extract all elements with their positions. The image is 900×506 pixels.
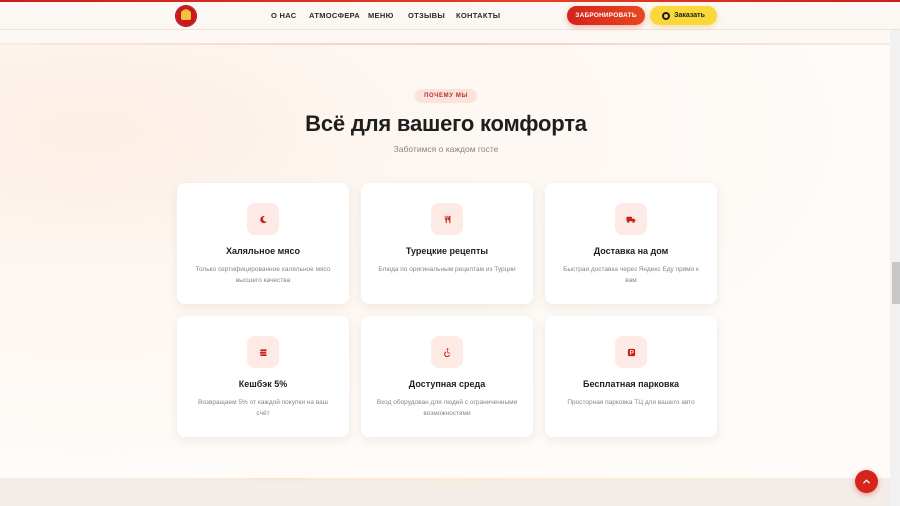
feature-card-cashback: Кешбэк 5% Возвращаем 5% от каждой покупк…	[177, 316, 349, 437]
nav-atmosphere[interactable]: АТМОСФЕРА	[309, 11, 360, 20]
feature-text: Только сертифицированное халяльное мясо …	[195, 266, 331, 284]
order-button-label: Заказать	[674, 12, 705, 19]
feature-text: Возвращаем 5% от каждой покупки на ваш с…	[198, 399, 328, 417]
book-button[interactable]: ЗАБРОНИРОВАТЬ	[567, 6, 645, 25]
feature-card-parking: Бесплатная парковка Просторная парковка …	[545, 316, 717, 437]
book-button-label: ЗАБРОНИРОВАТЬ	[575, 12, 637, 19]
section-title: Всё для вашего комфорта	[305, 111, 587, 136]
order-button[interactable]: Заказать	[650, 6, 717, 25]
scroll-to-top-button[interactable]	[855, 470, 878, 493]
site-header: О НАС АТМОСФЕРА МЕНЮ ОТЗЫВЫ КОНТАКТЫ ЗАБ…	[0, 2, 900, 30]
feature-card-recipes: Турецкие рецепты Блюда по оригинальным р…	[361, 183, 533, 304]
feature-title: Доставка на дом	[593, 246, 669, 256]
feature-text: Просторная парковка ТЦ для вашего авто	[567, 399, 695, 406]
feature-card-accessibility: Доступная среда Вход оборудован для люде…	[361, 316, 533, 437]
delivery-truck-icon	[615, 203, 647, 235]
scrollbar-thumb[interactable]	[892, 262, 900, 304]
next-section	[0, 481, 890, 506]
section-badge: ПОЧЕМУ МЫ	[415, 89, 477, 103]
chevron-up-icon	[863, 479, 870, 484]
feature-title: Кешбэк 5%	[238, 379, 288, 389]
coins-icon	[247, 336, 279, 368]
feature-card-halal: Халяльное мясо Только сертифицированное …	[177, 183, 349, 304]
feature-title: Доступная среда	[408, 379, 486, 389]
utensils-icon	[431, 203, 463, 235]
feature-title: Турецкие рецепты	[405, 246, 489, 256]
feature-text: Блюда по оригинальным рецептам из Турции	[378, 266, 516, 273]
nav-menu[interactable]: МЕНЮ	[368, 11, 394, 20]
logo[interactable]	[176, 6, 196, 26]
feature-text: Вход оборудован для людей с ограниченным…	[376, 399, 518, 417]
wheelchair-icon	[431, 336, 463, 368]
feature-card-delivery: Доставка на дом Быстрая доставка через Я…	[545, 183, 717, 304]
feature-title: Бесплатная парковка	[583, 379, 679, 389]
section-subtitle: Заботимся о каждом госте	[393, 144, 499, 154]
crescent-moon-icon	[247, 203, 279, 235]
logo-emblem	[181, 11, 191, 20]
nav-about[interactable]: О НАС	[271, 11, 296, 20]
nav-contacts[interactable]: КОНТАКТЫ	[456, 11, 500, 20]
feature-title: Халяльное мясо	[225, 246, 301, 256]
order-icon	[662, 11, 671, 20]
nav-reviews[interactable]: ОТЗЫВЫ	[408, 11, 445, 20]
feature-text: Быстрая доставка через Яндекс Еду прямо …	[563, 266, 699, 284]
parking-icon	[615, 336, 647, 368]
